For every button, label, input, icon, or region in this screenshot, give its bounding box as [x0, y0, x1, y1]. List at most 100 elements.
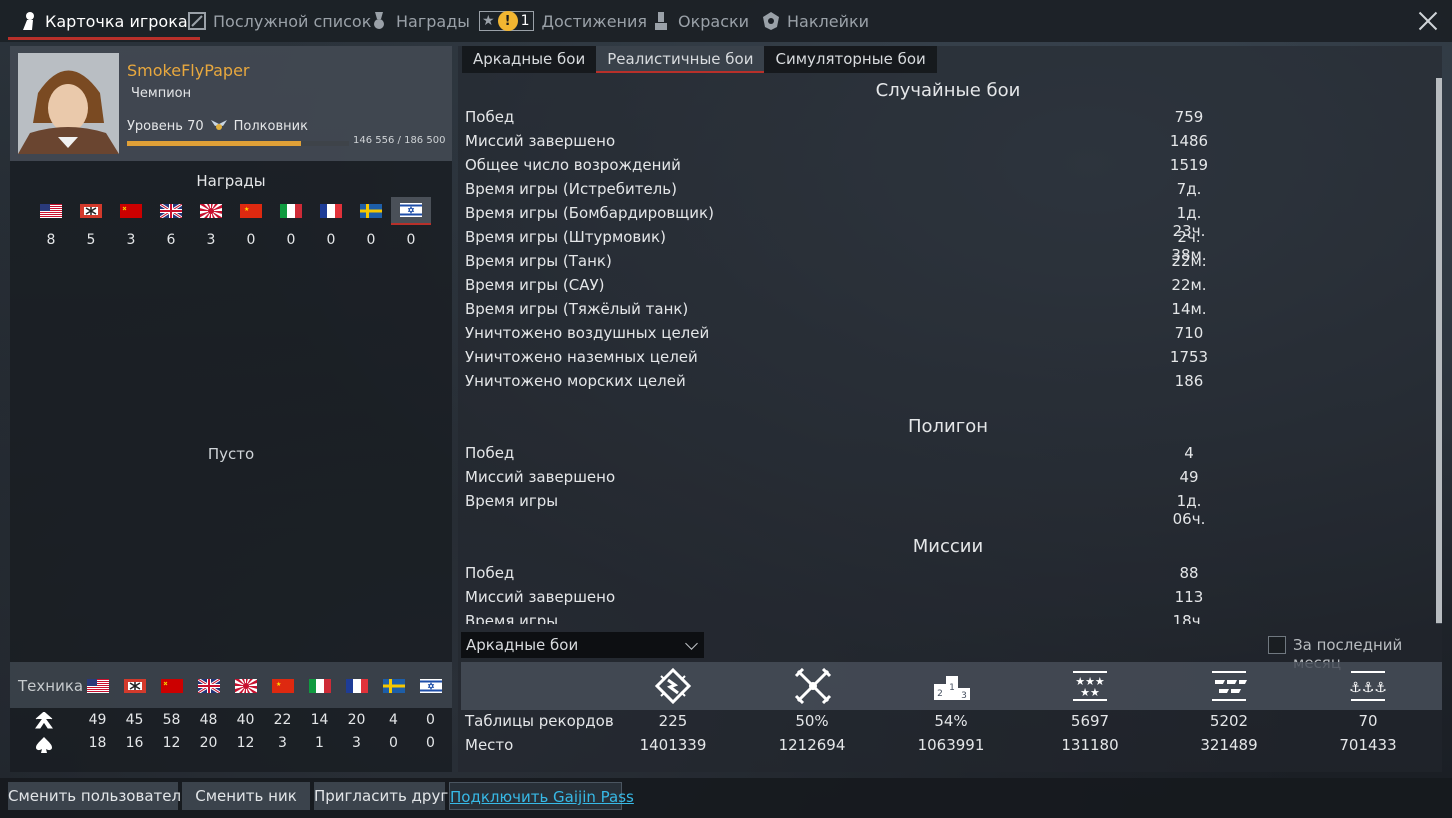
france-flag-icon	[320, 204, 342, 218]
tab-simulator[interactable]: Симуляторные бои	[764, 46, 936, 73]
award-flag-sweden[interactable]	[351, 197, 391, 225]
award-nation-flags: ★	[31, 197, 431, 225]
switch-user-button[interactable]: Сменить пользователя	[8, 782, 190, 810]
xp-progress-fill	[127, 141, 302, 146]
stat-value: 1486	[1169, 132, 1209, 150]
tab-achievements[interactable]: ★ ! 1 Достижения	[479, 0, 647, 42]
tech-flag-germany[interactable]	[116, 674, 153, 698]
award-flag-ussr[interactable]	[111, 197, 151, 225]
stat-label: Время игры	[465, 492, 559, 510]
invite-friend-button[interactable]: Пригласить друга	[314, 782, 457, 810]
tech-flag-ussr[interactable]	[153, 674, 190, 698]
last-month-checkbox[interactable]	[1268, 636, 1286, 654]
tech-flag-sweden[interactable]	[375, 674, 412, 698]
tech-elite-italy: 1	[315, 735, 324, 751]
stat-value: 186	[1174, 372, 1204, 390]
svg-text:★: ★	[244, 206, 249, 213]
award-flag-germany[interactable]	[71, 197, 111, 225]
tech-elite-sweden: 0	[389, 735, 398, 751]
tab-label: Награды	[396, 11, 470, 31]
svg-text:1: 1	[949, 683, 955, 693]
avatar[interactable]	[18, 53, 119, 154]
tab-skins[interactable]: Окраски	[653, 0, 749, 42]
scrollbar-thumb[interactable]	[1436, 78, 1442, 623]
britain-flag-icon	[160, 204, 182, 218]
stat-label: Уничтожено наземных целей	[465, 348, 698, 366]
award-flag-china[interactable]: ★	[231, 197, 271, 225]
chevron-up-icon	[34, 711, 54, 730]
ussr-flag-icon	[160, 679, 183, 693]
tech-flag-britain[interactable]	[190, 674, 227, 698]
award-counts: 8 5 3 6 3 0 0 0 0 0	[31, 232, 431, 248]
leaderboard-score: 5697	[1070, 712, 1110, 730]
germany-flag-icon	[123, 679, 146, 693]
player-card-icon	[20, 11, 38, 31]
award-count-israel: 0	[406, 232, 416, 248]
tech-flag-israel[interactable]	[412, 674, 449, 698]
japan-flag-icon	[200, 204, 222, 218]
xp-text: 146 556 / 186 500	[353, 135, 446, 146]
tech-researched-japan: 40	[236, 712, 255, 728]
tech-researched-sweden: 4	[389, 712, 398, 728]
tech-researched-usa: 49	[88, 712, 107, 728]
italy-flag-icon	[308, 679, 331, 693]
change-nick-button[interactable]: Сменить ник	[182, 782, 310, 810]
stat-value: 7д.	[1176, 180, 1202, 198]
stat-value: 1519	[1169, 156, 1209, 174]
stat-label: Миссий завершено	[465, 132, 616, 150]
tech-flag-usa[interactable]	[79, 674, 116, 698]
mode-tabs: Аркадные бои Реалистичные бои Симуляторн…	[462, 46, 937, 73]
award-flag-israel[interactable]	[391, 197, 431, 225]
tab-service-record[interactable]: Послужной список	[188, 0, 371, 42]
stat-value: 113	[1174, 588, 1204, 606]
gaijin-pass-link[interactable]: Подключить Gaijin Pass	[449, 782, 634, 810]
tab-awards[interactable]: Награды	[371, 0, 470, 42]
tech-researched-britain: 48	[199, 712, 218, 728]
tech-elite-israel: 0	[426, 735, 435, 751]
leaderboard-place: 1063991	[917, 736, 985, 754]
tech-elite-ussr: 12	[162, 735, 181, 751]
stat-label: Время игры (Бомбардировщик)	[465, 204, 714, 222]
award-flag-japan[interactable]	[191, 197, 231, 225]
stats-scrollbar[interactable]	[1436, 78, 1442, 624]
crossed-swords-icon	[793, 667, 833, 705]
svg-text:★★: ★★	[1080, 686, 1100, 699]
award-flag-usa[interactable]	[31, 197, 71, 225]
britain-flag-icon	[197, 679, 220, 693]
stat-label: Миссий завершено	[465, 468, 616, 486]
tab-arcade[interactable]: Аркадные бои	[462, 46, 596, 73]
air-kills-stars-icon: ★★★ ★★	[1070, 668, 1110, 704]
close-icon[interactable]	[1418, 11, 1438, 31]
stat-label: Время игры (Истребитель)	[465, 180, 677, 198]
china-flag-icon: ★	[240, 204, 262, 218]
tech-researched-row: 49 45 58 48 40 22 14 20 4 0	[79, 712, 449, 728]
rank-wings-icon	[210, 115, 228, 137]
tab-decals[interactable]: Наклейки	[762, 0, 869, 42]
achievement-badge-box: ★ ! 1	[479, 11, 535, 31]
award-count-usa: 8	[46, 232, 56, 248]
award-count-japan: 3	[206, 232, 216, 248]
stat-label: Миссий завершено	[465, 588, 616, 606]
award-flag-france[interactable]	[311, 197, 351, 225]
tech-researched-italy: 14	[310, 712, 329, 728]
stat-label: Уничтожено морских целей	[465, 372, 686, 390]
award-count-germany: 5	[86, 232, 96, 248]
achievement-count: 1	[520, 13, 530, 29]
leaderboard-score: 5202	[1209, 712, 1249, 730]
leaderboard-row1-label: Таблицы рекордов	[465, 712, 614, 730]
stats-list[interactable]: Случайные бои Побед 759 Миссий завершено 14…	[460, 76, 1436, 624]
tab-label: Окраски	[678, 11, 750, 31]
usa-flag-icon	[86, 679, 109, 693]
award-flag-italy[interactable]	[271, 197, 311, 225]
tech-flag-italy[interactable]	[301, 674, 338, 698]
tech-flag-japan[interactable]	[227, 674, 264, 698]
award-flag-britain[interactable]	[151, 197, 191, 225]
leaderboard-mode-dropdown[interactable]: Аркадные бои	[461, 632, 704, 658]
tab-player-card[interactable]: Карточка игрока	[8, 0, 200, 42]
wins-diamond-icon	[653, 667, 693, 705]
tab-realistic[interactable]: Реалистичные бои	[596, 46, 765, 73]
tech-researched-israel: 0	[426, 712, 435, 728]
ussr-flag-icon	[120, 204, 142, 218]
tech-flag-france[interactable]	[338, 674, 375, 698]
tech-flag-china[interactable]: ★	[264, 674, 301, 698]
